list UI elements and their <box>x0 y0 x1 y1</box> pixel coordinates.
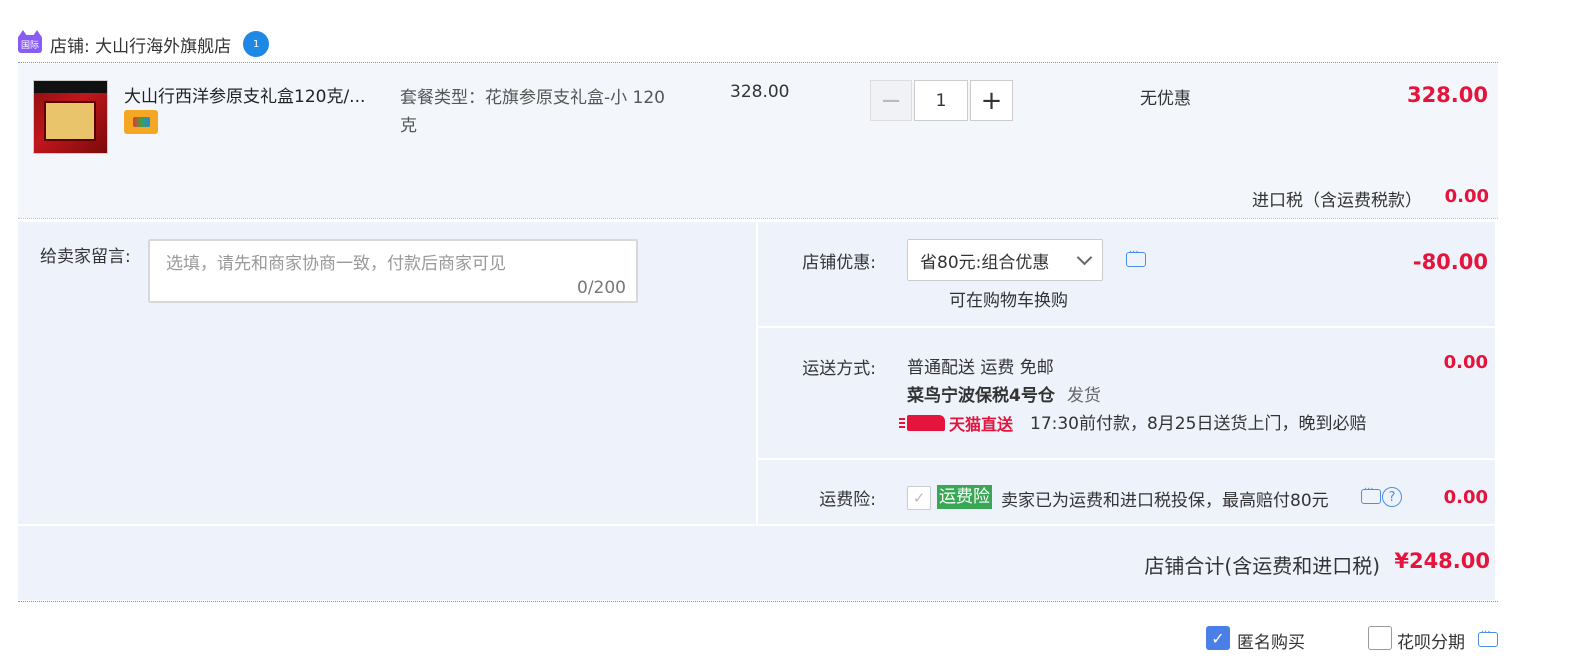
coupon-info-chat-icon[interactable] <box>1126 247 1146 267</box>
insurance-text: 卖家已为运费和进口税投保，最高赔付80元 <box>1001 491 1329 511</box>
insurance-label: 运费险: <box>819 490 876 510</box>
divider-top <box>18 62 1498 63</box>
item-discount: 无优惠 <box>1140 89 1191 109</box>
shipping-row <box>758 328 1495 458</box>
product-title-link[interactable]: 大山行西洋参原支礼盒120克/... <box>124 82 384 107</box>
huabei-installment-label[interactable]: 花呗分期 <box>1397 628 1465 653</box>
insurance-amount: 0.00 <box>1443 487 1488 508</box>
seller-message-placeholder: 选填，请先和商家协商一致，付款后商家可见 <box>166 254 506 274</box>
tmall-cat-icon <box>899 415 945 431</box>
quantity-decrease-button[interactable]: − <box>870 80 912 121</box>
tmall-direct-label: 天猫直送 <box>949 415 1014 434</box>
divider-middle <box>18 218 1498 219</box>
coupon-amount: -80.00 <box>1412 250 1488 274</box>
warehouse-name: 菜鸟宁波保税4号仓 <box>907 386 1055 406</box>
shop-coupon-label: 店铺优惠: <box>802 253 876 273</box>
delivery-promise: 17:30前付款，8月25日送货上门，晚到必赔 <box>1030 414 1367 434</box>
shop-coupon-selected: 省80元:组合优惠 <box>920 252 1050 273</box>
insurance-tag: 运费险 <box>937 485 992 509</box>
import-tax-value: 0.00 <box>1444 186 1489 207</box>
shipping-method-label: 运送方式: <box>802 359 876 379</box>
huabei-info-chat-icon[interactable] <box>1478 627 1498 647</box>
import-tax-label: 进口税（含运费税款） <box>1252 191 1422 211</box>
shop-name[interactable]: 店铺: 大山行海外旗舰店 <box>50 32 231 57</box>
insurance-chat-icon[interactable] <box>1361 484 1381 504</box>
seller-message-char-count: 0/200 <box>577 278 626 298</box>
insurance-checkbox[interactable]: ✓ <box>907 486 931 510</box>
shop-coupon-row <box>758 222 1495 326</box>
shop-coupon-select[interactable]: 省80元:组合优惠 <box>907 239 1103 281</box>
shipping-method-text: 普通配送 运费 免邮 <box>907 358 1054 378</box>
unit-price: 328.00 <box>730 82 790 102</box>
warehouse-suffix: 发货 <box>1066 386 1101 406</box>
huabei-installment-checkbox[interactable] <box>1368 626 1392 650</box>
chevron-down-icon <box>1076 249 1093 266</box>
shipping-warehouse: 菜鸟宁波保税4号仓 发货 <box>907 381 1101 406</box>
tmall-global-badge-icon: 国际 <box>18 30 42 53</box>
shop-total-value: ¥248.00 <box>1394 549 1490 573</box>
divider-bottom <box>18 601 1498 602</box>
item-total: 328.00 <box>1406 83 1488 107</box>
sku-info: 套餐类型：花旗参原支礼盒-小 120克 <box>400 88 665 136</box>
coupon-exchange-hint[interactable]: 可在购物车换购 <box>949 286 1068 311</box>
shipping-amount: 0.00 <box>1443 352 1488 373</box>
credit-card-icon <box>124 110 158 134</box>
tmall-direct-logo: 天猫直送 <box>899 411 1014 435</box>
seller-message-label: 给卖家留言: <box>40 247 131 267</box>
shop-total-label: 店铺合计(含运费和进口税) <box>1144 554 1380 578</box>
anonymous-purchase-checkbox[interactable]: ✓ <box>1206 626 1230 650</box>
product-thumbnail[interactable] <box>33 80 108 154</box>
quantity-increase-button[interactable]: + <box>970 80 1013 121</box>
anonymous-purchase-label[interactable]: 匿名购买 <box>1237 628 1305 653</box>
quantity-input[interactable] <box>914 80 968 121</box>
shop-header: 国际 店铺: 大山行海外旗舰店 1 <box>18 30 270 58</box>
wangwang-chat-icon[interactable]: 1 <box>243 31 270 57</box>
